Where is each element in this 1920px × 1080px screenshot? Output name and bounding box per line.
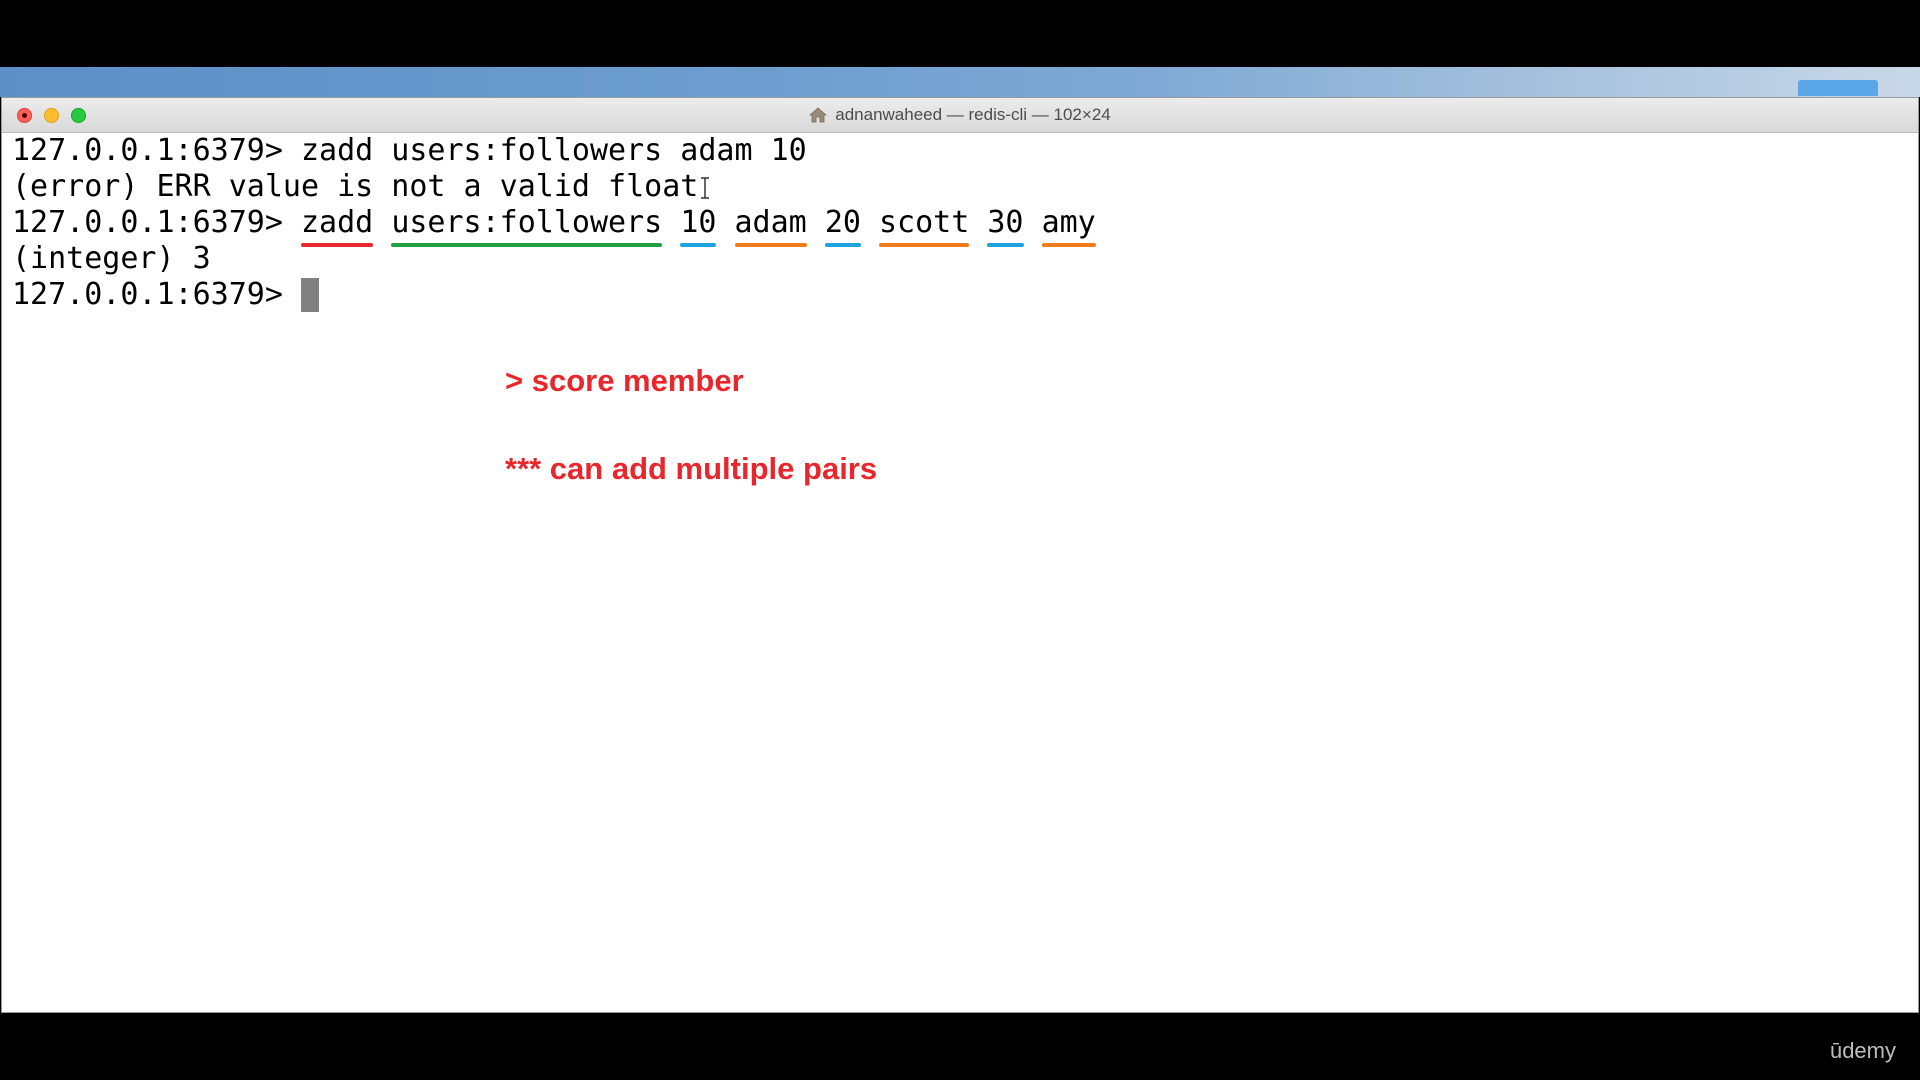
desktop-background bbox=[0, 67, 1920, 97]
window-titlebar[interactable]: adnanwaheed — redis-cli — 102×24 bbox=[2, 98, 1918, 133]
token-member: amy bbox=[1041, 205, 1096, 247]
prompt: 127.0.0.1:6379> bbox=[12, 205, 283, 240]
terminal-content[interactable]: 127.0.0.1:6379> zadd users:followers ada… bbox=[2, 133, 1918, 313]
window-title-wrap: adnanwaheed — redis-cli — 102×24 bbox=[2, 98, 1918, 132]
udemy-watermark: ūdemy bbox=[1829, 1038, 1896, 1063]
command-text: zadd users:followers adam 10 bbox=[301, 133, 807, 168]
token-key-text: users:followers bbox=[391, 205, 663, 240]
token-score-text: 30 bbox=[987, 205, 1024, 240]
integer-output: (integer) 3 bbox=[12, 241, 211, 276]
annotation-multiple-pairs: *** can add multiple pairs bbox=[505, 451, 878, 486]
token-command-text: zadd bbox=[301, 205, 374, 240]
token-member: adam bbox=[734, 205, 807, 247]
terminal-line-4: (integer) 3 bbox=[12, 241, 1918, 277]
terminal-line-2: (error) ERR value is not a valid float bbox=[12, 169, 1918, 205]
error-output: (error) ERR value is not a valid float bbox=[12, 169, 699, 204]
desktop-folder-icon bbox=[1798, 80, 1878, 96]
prompt: 127.0.0.1:6379> bbox=[12, 133, 283, 168]
ibeam-cursor-icon bbox=[701, 176, 710, 199]
token-key: users:followers bbox=[391, 205, 663, 247]
token-score: 10 bbox=[680, 205, 717, 247]
prompt: 127.0.0.1:6379> bbox=[12, 277, 283, 312]
token-score: 30 bbox=[987, 205, 1024, 247]
terminal-line-5: 127.0.0.1:6379> bbox=[12, 277, 1918, 313]
block-cursor bbox=[301, 278, 319, 312]
window-title: adnanwaheed — redis-cli — 102×24 bbox=[835, 105, 1111, 124]
terminal-line-3: 127.0.0.1:6379> zadd users:followers 10 … bbox=[12, 205, 1918, 247]
home-icon bbox=[809, 107, 828, 123]
token-member: scott bbox=[879, 205, 970, 247]
token-member-text: scott bbox=[879, 205, 970, 240]
token-member-text: adam bbox=[734, 205, 807, 240]
annotation-score-member: > score member bbox=[505, 363, 744, 398]
terminal-line-1: 127.0.0.1:6379> zadd users:followers ada… bbox=[12, 133, 1918, 169]
token-member-text: amy bbox=[1041, 205, 1096, 240]
token-score-text: 20 bbox=[824, 205, 861, 240]
token-command: zadd bbox=[301, 205, 374, 247]
token-score: 20 bbox=[824, 205, 861, 247]
token-score-text: 10 bbox=[680, 205, 717, 240]
terminal-window: adnanwaheed — redis-cli — 102×24 127.0.0… bbox=[2, 98, 1918, 1012]
video-frame: adnanwaheed — redis-cli — 102×24 127.0.0… bbox=[0, 0, 1920, 1080]
